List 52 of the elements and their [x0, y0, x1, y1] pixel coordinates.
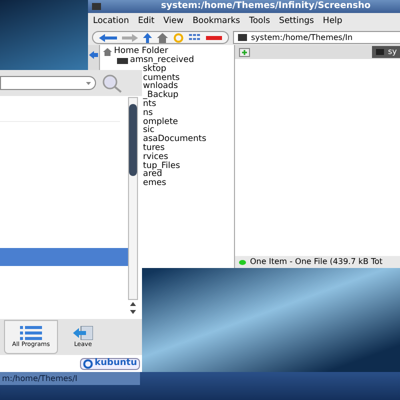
tree-item[interactable]: wnloads — [143, 82, 178, 92]
status-light-icon — [239, 260, 246, 264]
status-text: One Item - One File (439.7 kB Tot — [250, 256, 383, 268]
home-icon — [103, 48, 112, 56]
tree-item[interactable]: emes — [143, 179, 166, 188]
back-arrow-icon[interactable] — [99, 34, 117, 42]
tree-item[interactable]: tup_Files — [143, 162, 180, 171]
folder-icon — [92, 3, 101, 10]
scrollbar-thumb[interactable] — [129, 104, 137, 176]
tree-item[interactable]: ared — [143, 170, 162, 180]
menu-item[interactable]: Settings — [279, 15, 314, 28]
location-field[interactable]: system:/home/Themes/In — [233, 31, 400, 44]
menu-item[interactable]: Location — [93, 15, 129, 28]
menu-item[interactable]: Edit — [138, 15, 154, 28]
home-icon[interactable] — [157, 32, 168, 42]
tree-item[interactable]: _Backup — [143, 91, 178, 100]
new-tab-icon[interactable] — [239, 48, 250, 56]
tree-item[interactable]: sic — [143, 126, 154, 136]
tree-item[interactable]: omplete — [143, 118, 178, 127]
taskbar-item[interactable]: m:/home/Themes/I — [0, 372, 140, 385]
menu-item[interactable]: Help — [322, 15, 342, 28]
menu-item[interactable]: Tools — [249, 15, 270, 28]
folder-icon — [376, 49, 384, 55]
forward-arrow-icon[interactable] — [122, 34, 138, 42]
up-arrow-icon[interactable] — [143, 32, 152, 42]
menu-item[interactable]: View — [163, 15, 184, 28]
tree-item[interactable]: cuments — [143, 74, 180, 83]
tree-item[interactable]: Home Folder — [114, 47, 168, 56]
tree-item[interactable]: amsn_received — [130, 56, 194, 65]
stop-icon[interactable] — [206, 36, 222, 40]
scroll-arrows-icon[interactable] — [128, 301, 138, 315]
arrow-icon[interactable] — [89, 51, 98, 59]
tree-item[interactable]: rvices — [143, 152, 168, 162]
list-icon — [20, 326, 42, 340]
search-field[interactable] — [0, 76, 96, 90]
kubuntu-logo: kubuntu — [80, 358, 140, 370]
tree-item[interactable]: asaDocuments — [143, 135, 206, 144]
view-grid-icon[interactable] — [189, 34, 201, 42]
circle-logo-icon — [82, 358, 93, 368]
browser-tab[interactable]: sy — [372, 46, 400, 58]
window-title: system:/home/Themes/Infinity/Screensho — [161, 0, 371, 13]
tree-item[interactable]: tures — [143, 144, 165, 153]
tree-item[interactable]: nts — [143, 100, 156, 109]
exit-arrow-icon — [73, 326, 93, 340]
tree-item[interactable]: ns — [143, 108, 153, 118]
tree-item[interactable]: sktop — [143, 64, 166, 74]
folder-icon — [117, 58, 128, 64]
scrollbar[interactable] — [128, 97, 138, 300]
search-icon — [102, 74, 122, 92]
folder-icon — [238, 34, 247, 41]
dropdown-arrow-icon[interactable] — [86, 82, 91, 84]
menu-item[interactable]: Bookmarks — [192, 15, 240, 28]
